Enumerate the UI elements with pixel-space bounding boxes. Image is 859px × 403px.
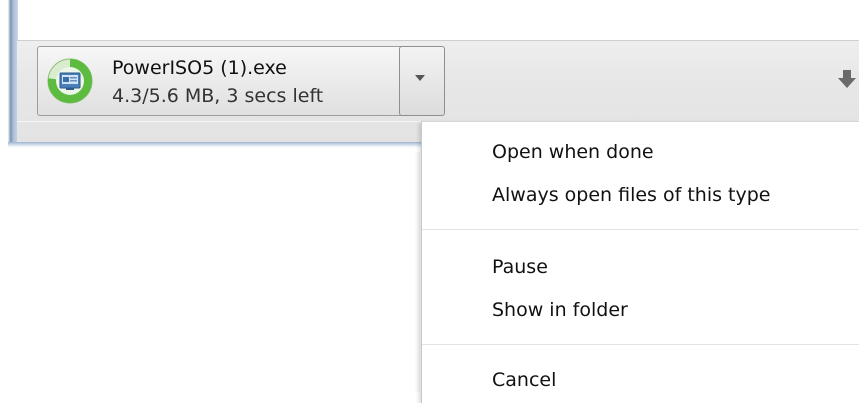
download-item[interactable]: PowerISO5 (1).exe 4.3/5.6 MB, 3 secs lef… (37, 46, 419, 116)
menu-item-cancel[interactable]: Cancel (422, 362, 859, 398)
menu-item-always-open[interactable]: Always open files of this type (422, 177, 859, 213)
menu-item-open-when-done[interactable]: Open when done (422, 134, 859, 170)
installer-icon (47, 58, 93, 104)
download-file-name: PowerISO5 (1).exe (112, 57, 287, 79)
download-menu-button[interactable] (399, 46, 445, 116)
download-context-menu: Open when done Always open files of this… (421, 121, 859, 403)
menu-separator (422, 229, 859, 230)
menu-separator (422, 344, 859, 345)
menu-item-pause[interactable]: Pause (422, 249, 859, 285)
menu-item-show-in-folder[interactable]: Show in folder (422, 292, 859, 328)
download-arrow-icon[interactable] (832, 63, 859, 93)
download-status: 4.3/5.6 MB, 3 secs left (112, 85, 324, 107)
download-item-body[interactable]: PowerISO5 (1).exe 4.3/5.6 MB, 3 secs lef… (38, 47, 418, 115)
browser-window-edge (0, 0, 18, 148)
chevron-down-icon (415, 75, 425, 81)
page-background-edge (414, 152, 420, 392)
